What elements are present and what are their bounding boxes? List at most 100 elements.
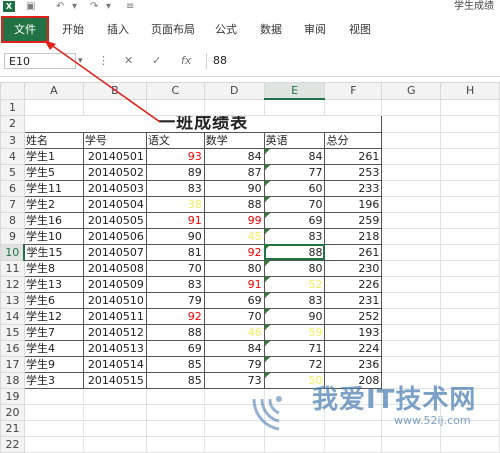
column-header-f[interactable]: F xyxy=(324,82,383,100)
cell-name[interactable]: 学生7 xyxy=(23,323,84,341)
cell-math[interactable]: 80 xyxy=(203,259,265,277)
cell-math[interactable]: 84 xyxy=(203,147,265,165)
cell-id[interactable]: 20140513 xyxy=(82,339,147,357)
cell-name[interactable]: 学生1 xyxy=(23,147,84,165)
cell[interactable] xyxy=(82,419,147,437)
cell[interactable] xyxy=(381,114,442,133)
row-header[interactable]: 2 xyxy=(0,114,25,133)
cell-total[interactable]: 253 xyxy=(324,163,383,181)
cell-chinese[interactable]: 85 xyxy=(145,371,205,389)
cell-name[interactable]: 学生10 xyxy=(23,227,84,245)
select-all-corner[interactable] xyxy=(0,82,25,100)
cell-chinese[interactable]: 81 xyxy=(145,243,205,261)
header-english[interactable]: 英语 xyxy=(263,131,326,149)
cell-id[interactable]: 20140512 xyxy=(82,323,147,341)
row-header[interactable]: 13 xyxy=(0,291,25,309)
cell-english[interactable]: 71 xyxy=(263,339,326,357)
row-header[interactable]: 8 xyxy=(0,211,25,229)
cell[interactable] xyxy=(82,435,147,453)
redo-icon[interactable]: ↷ xyxy=(90,0,98,14)
cell-total[interactable]: 196 xyxy=(324,195,383,213)
cell[interactable] xyxy=(203,435,265,453)
undo-dropdown-icon[interactable]: ▾ xyxy=(72,0,77,14)
header-id[interactable]: 学号 xyxy=(82,131,147,149)
cell-total[interactable]: 218 xyxy=(324,227,383,245)
cell-name[interactable]: 学生5 xyxy=(23,163,84,181)
enter-icon[interactable]: ✓ xyxy=(152,53,161,69)
cell-name[interactable]: 学生12 xyxy=(23,307,84,325)
cell-id[interactable]: 20140505 xyxy=(82,211,147,229)
cell-math[interactable]: 45 xyxy=(203,227,265,245)
cell-english[interactable]: 83 xyxy=(263,291,326,309)
cell-total[interactable]: 259 xyxy=(324,211,383,229)
cell[interactable] xyxy=(440,307,500,325)
cell[interactable] xyxy=(440,131,500,149)
cell-english[interactable]: 90 xyxy=(263,307,326,325)
row-header[interactable]: 5 xyxy=(0,163,25,181)
cell-name[interactable]: 学生11 xyxy=(23,179,84,197)
cell[interactable] xyxy=(23,435,84,453)
cell[interactable] xyxy=(440,275,500,293)
cell[interactable] xyxy=(440,147,500,165)
cell-id[interactable]: 20140501 xyxy=(82,147,147,165)
cell[interactable] xyxy=(381,163,442,181)
cell[interactable] xyxy=(440,291,500,309)
tab-formulas[interactable]: 公式 xyxy=(215,18,237,41)
cell[interactable] xyxy=(440,163,500,181)
row-header[interactable]: 20 xyxy=(0,403,25,421)
cell-total[interactable]: 230 xyxy=(324,259,383,277)
cell[interactable] xyxy=(381,131,442,149)
cell[interactable] xyxy=(381,98,442,116)
cell[interactable] xyxy=(381,307,442,325)
column-header-d[interactable]: D xyxy=(203,82,265,100)
cell-english[interactable]: 80 xyxy=(263,259,326,277)
cell-name[interactable]: 学生2 xyxy=(23,195,84,213)
row-header[interactable]: 15 xyxy=(0,323,25,341)
cell[interactable] xyxy=(23,403,84,421)
cell[interactable] xyxy=(381,227,442,245)
tab-home[interactable]: 开始 xyxy=(62,18,84,41)
name-box[interactable]: E10 xyxy=(4,53,76,69)
cell-total[interactable]: 193 xyxy=(324,323,383,341)
cell[interactable] xyxy=(82,98,147,116)
cell[interactable] xyxy=(145,435,205,453)
selected-cell[interactable]: 88 xyxy=(263,243,326,261)
cell[interactable] xyxy=(440,211,500,229)
cell[interactable] xyxy=(381,179,442,197)
cell-id[interactable]: 20140506 xyxy=(82,227,147,245)
cell-english[interactable]: 83 xyxy=(263,227,326,245)
cell[interactable] xyxy=(440,243,500,261)
name-box-dropdown-icon[interactable]: ▾ xyxy=(78,53,88,69)
cell-name[interactable]: 学生4 xyxy=(23,339,84,357)
cell-chinese[interactable]: 69 xyxy=(145,339,205,357)
cell-total[interactable]: 252 xyxy=(324,307,383,325)
cell-name[interactable]: 学生9 xyxy=(23,355,84,373)
cell-chinese[interactable]: 88 xyxy=(145,323,205,341)
cell-math[interactable]: 90 xyxy=(203,179,265,197)
cell-id[interactable]: 20140511 xyxy=(82,307,147,325)
cell-total[interactable]: 233 xyxy=(324,179,383,197)
tab-page-layout[interactable]: 页面布局 xyxy=(151,18,195,41)
header-chinese[interactable]: 语文 xyxy=(145,131,205,149)
row-header[interactable]: 14 xyxy=(0,307,25,325)
cell-id[interactable]: 20140502 xyxy=(82,163,147,181)
cell-math[interactable]: 70 xyxy=(203,307,265,325)
header-name[interactable]: 姓名 xyxy=(23,131,84,149)
tab-data[interactable]: 数据 xyxy=(260,18,282,41)
column-header-c[interactable]: C xyxy=(145,82,205,100)
cancel-icon[interactable]: ✕ xyxy=(124,53,133,69)
row-header[interactable]: 17 xyxy=(0,355,25,373)
cell[interactable] xyxy=(145,419,205,437)
tab-review[interactable]: 审阅 xyxy=(304,18,326,41)
cell[interactable] xyxy=(381,323,442,341)
cell-name[interactable]: 学生15 xyxy=(23,243,84,261)
cell-chinese[interactable]: 38 xyxy=(145,195,205,213)
row-header[interactable]: 4 xyxy=(0,147,25,165)
column-header-g[interactable]: G xyxy=(381,82,442,100)
cell[interactable] xyxy=(203,98,265,116)
cell[interactable] xyxy=(23,419,84,437)
cell-chinese[interactable]: 79 xyxy=(145,291,205,309)
row-header[interactable]: 21 xyxy=(0,419,25,437)
cell-chinese[interactable]: 70 xyxy=(145,259,205,277)
cell-chinese[interactable]: 83 xyxy=(145,275,205,293)
